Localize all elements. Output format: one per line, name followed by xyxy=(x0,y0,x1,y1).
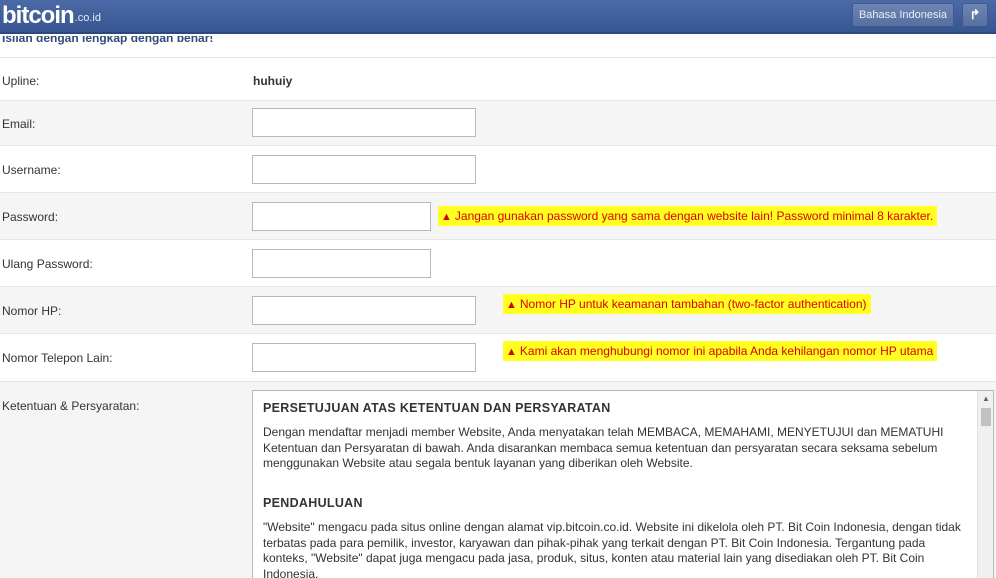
logout-button[interactable]: ↱ xyxy=(962,3,988,27)
upline-label: Upline: xyxy=(2,74,40,88)
terms-label: Ketentuan & Persyaratan: xyxy=(2,399,140,413)
terms-heading-agreement: PERSETUJUAN ATAS KETENTUAN DAN PERSYARAT… xyxy=(263,401,611,415)
scroll-thumb[interactable] xyxy=(981,408,991,426)
email-row: Email: xyxy=(0,101,996,146)
share-arrow-icon: ↱ xyxy=(969,7,981,22)
terms-paragraph-introduction: "Website" mengacu pada situs online deng… xyxy=(263,520,961,578)
terms-paragraph-agreement: Dengan mendaftar menjadi member Website,… xyxy=(263,425,944,470)
bitcoin-logo[interactable]: bitcoin .co.id xyxy=(2,2,101,30)
username-label: Username: xyxy=(2,163,61,177)
phone-label: Nomor HP: xyxy=(2,304,62,318)
logo-main-text: bitcoin xyxy=(2,2,75,29)
password-field[interactable] xyxy=(252,202,431,231)
top-navbar: bitcoin .co.id Bahasa Indonesia ↱ xyxy=(0,0,996,34)
phone-warning-text: Nomor HP untuk keamanan tambahan (two-fa… xyxy=(519,297,867,311)
phone-field[interactable] xyxy=(252,296,476,325)
warning-icon: ▲ xyxy=(506,346,517,358)
phone-warning: ▲ Nomor HP untuk keamanan tambahan (two-f… xyxy=(503,294,871,314)
other-phone-label: Nomor Telepon Lain: xyxy=(2,351,113,365)
email-label: Email: xyxy=(2,117,36,131)
upline-row: Upline: huhuiy xyxy=(0,58,996,101)
other-phone-row: Nomor Telepon Lain: ▲ Kami akan menghubun… xyxy=(0,334,996,382)
form-notice: Isilah dengan lengkap dengan benar! xyxy=(0,36,996,58)
password-warning-text: Jangan gunakan password yang sama dengan… xyxy=(454,209,934,223)
terms-heading-introduction: PENDAHULUAN xyxy=(263,496,363,510)
language-button[interactable]: Bahasa Indonesia xyxy=(852,3,954,27)
terms-scrollbar[interactable]: ▲ xyxy=(977,391,993,578)
password-row: Password: ▲ Jangan gunakan password yang … xyxy=(0,193,996,240)
username-row: Username: xyxy=(0,146,996,193)
warning-icon: ▲ xyxy=(441,211,452,223)
username-field[interactable] xyxy=(252,155,476,184)
form-notice-text: Isilah dengan lengkap dengan benar! xyxy=(2,36,214,45)
other-phone-field[interactable] xyxy=(252,343,476,372)
phone-row: Nomor HP: ▲ Nomor HP untuk keamanan tamba… xyxy=(0,287,996,334)
warning-icon: ▲ xyxy=(506,299,517,311)
other-phone-warning-text: Kami akan menghubungi nomor ini apabila … xyxy=(519,344,934,358)
email-field[interactable] xyxy=(252,108,476,137)
repeat-password-field[interactable] xyxy=(252,249,431,278)
repeat-password-label: Ulang Password: xyxy=(2,257,93,271)
other-phone-warning: ▲ Kami akan menghubungi nomor ini apabila… xyxy=(503,341,938,361)
upline-value: huhuiy xyxy=(253,74,293,88)
password-warning: ▲ Jangan gunakan password yang sama denga… xyxy=(438,206,938,226)
repeat-password-row: Ulang Password: xyxy=(0,240,996,287)
password-label: Password: xyxy=(2,210,59,224)
scroll-up-arrow-icon[interactable]: ▲ xyxy=(978,391,993,407)
logo-sub-text: .co.id xyxy=(74,12,101,24)
terms-textbox[interactable]: PERSETUJUAN ATAS KETENTUAN DAN PERSYARAT… xyxy=(252,390,994,578)
